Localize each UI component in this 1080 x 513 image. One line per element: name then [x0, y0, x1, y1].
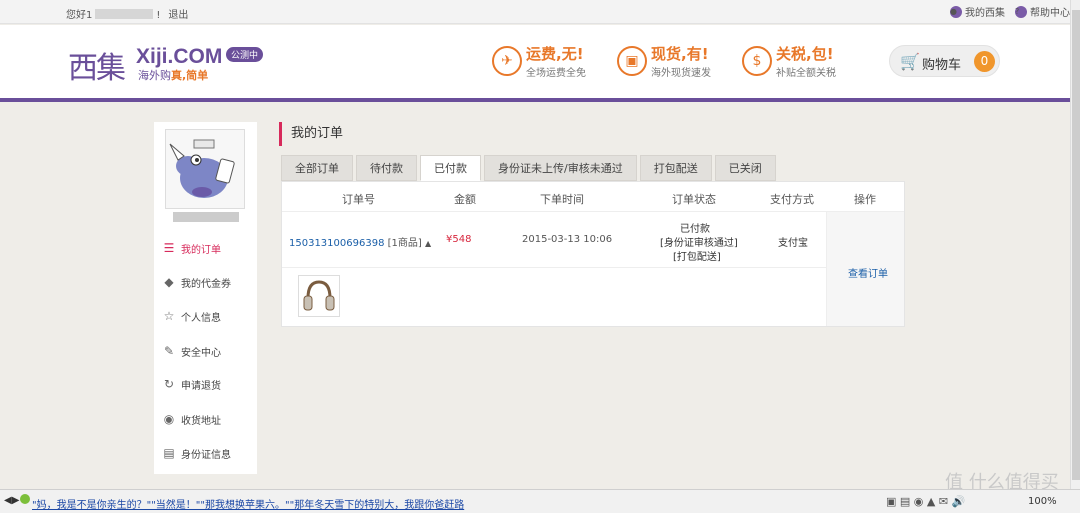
col-order-number: 订单号 [342, 193, 375, 206]
my-xiji-link[interactable]: ● 我的西集 [950, 4, 1005, 19]
site-header: 西集 Xiji.COM 海外购真,简单 公测中 ✈ 运费,无! 全场运费全免 ▣ … [0, 25, 1070, 102]
plane-icon: ✈ [492, 46, 522, 76]
browser-status-bar: ◀▶ "妈，我是不是你亲生的？""当然是！""那我想换苹果六。""那年冬天雪下的… [0, 489, 1080, 513]
order-amount: ¥548 [446, 234, 472, 245]
product-thumbnail[interactable] [298, 275, 340, 317]
payment-method: 支付宝 [778, 238, 808, 249]
news-ticker-link[interactable]: "妈，我是不是你亲生的？""当然是！""那我想换苹果六。""那年冬天雪下的特别大… [32, 496, 464, 511]
tab-pending-payment[interactable]: 待付款 [356, 155, 417, 181]
sidebar-item-my-orders[interactable]: ☰ 我的订单 [162, 238, 252, 258]
refresh-icon: ↻ [163, 377, 175, 391]
sidebar-item-address[interactable]: ◉ 收货地址 [162, 409, 252, 429]
caret-up-icon[interactable]: ▲ [425, 239, 431, 248]
arrow-icon[interactable]: ◀▶ [4, 495, 19, 506]
zoom-level[interactable]: 100% [1028, 496, 1057, 507]
help-icon: ? [1015, 5, 1027, 18]
logout-link[interactable]: 退出 [168, 10, 188, 21]
location-icon: ◉ [163, 412, 175, 426]
account-sidebar: ☰ 我的订单 ◆ 我的代金券 ☆ 个人信息 ✎ 安全中心 ↻ 申请退货 ◉ 收货地址 ▤ 身份… [154, 122, 257, 474]
sidebar-item-vouchers[interactable]: ◆ 我的代金券 [162, 272, 252, 292]
order-number-link[interactable]: 150313100696398 [289, 238, 384, 249]
slogan: 海外购真,简单 [138, 69, 209, 82]
order-time: 2015-03-13 10:06 [522, 234, 613, 245]
actions-cell: 查看订单 [826, 212, 904, 326]
vertical-scrollbar[interactable] [1070, 0, 1080, 489]
cart-button[interactable]: 🛒 购物车 0 [889, 45, 1000, 77]
order-status-id: [身份证审核通过] [660, 238, 738, 249]
page-title: 我的订单 [279, 122, 343, 146]
order-tabs: 全部订单 待付款 已付款 身份证未上传/审核未通过 打包配送 已关闭 [281, 155, 776, 181]
sidebar-item-id-card[interactable]: ▤ 身份证信息 [162, 443, 252, 463]
table-header: 订单号 金额 下单时间 订单状态 支付方式 操作 [282, 182, 904, 212]
col-amount: 金额 [454, 193, 476, 206]
package-icon: ▣ [617, 46, 647, 76]
top-bar: 您好1! 退出 ● 我的西集 ? 帮助中心 [0, 0, 1070, 24]
status-icons[interactable]: ▣ ▤ ◉ ▲ ✉ 🔊 [886, 495, 965, 508]
tab-closed[interactable]: 已关闭 [714, 155, 776, 181]
col-actions: 操作 [854, 193, 876, 206]
promo-free-shipping: ✈ 运费,无! 全场运费全免 [492, 43, 586, 79]
col-order-time: 下单时间 [540, 193, 584, 206]
help-center-link[interactable]: ? 帮助中心 [1015, 4, 1070, 19]
cart-icon: 🛒 [900, 52, 920, 71]
promo-in-stock: ▣ 现货,有! 海外现货速发 [617, 43, 711, 79]
tab-paid[interactable]: 已付款 [420, 155, 481, 181]
id-card-icon: ▤ [163, 446, 175, 460]
avatar[interactable] [165, 129, 245, 209]
username-mask [95, 9, 154, 19]
sidebar-item-security[interactable]: ✎ 安全中心 [162, 341, 252, 361]
greeting: 您好1! 退出 [66, 9, 189, 21]
col-payment: 支付方式 [770, 193, 814, 206]
tab-packing[interactable]: 打包配送 [639, 155, 712, 181]
list-icon: ☰ [163, 241, 175, 255]
promo-tax-covered: $ 关税,包! 补贴全额关税 [742, 43, 836, 79]
user-icon: ● [950, 5, 962, 18]
sidebar-item-returns[interactable]: ↻ 申请退货 [162, 374, 252, 394]
tab-id-pending[interactable]: 身份证未上传/审核未通过 [484, 155, 637, 181]
view-order-link[interactable]: 查看订单 [848, 265, 888, 280]
logo[interactable]: 西集 Xiji.COM 海外购真,简单 公测中 [68, 43, 264, 87]
order-status-shipping: [打包配送] [673, 252, 721, 263]
order-number-cell: 150313100696398 [1商品] ▲ [289, 238, 432, 249]
orders-table: 订单号 金额 下单时间 订单状态 支付方式 操作 查看订单 1503131006… [281, 181, 905, 327]
scrollbar-thumb[interactable] [1072, 10, 1080, 480]
col-status: 订单状态 [672, 193, 716, 206]
smiley-icon [20, 494, 30, 504]
order-status-paid: 已付款 [680, 224, 710, 235]
row-divider [282, 267, 826, 268]
beta-badge: 公测中 [226, 47, 264, 62]
edit-icon: ✎ [163, 344, 175, 358]
cart-count-badge: 0 [974, 51, 995, 72]
sidebar-item-personal-info[interactable]: ☆ 个人信息 [162, 306, 252, 326]
money-bag-icon: $ [742, 46, 772, 76]
tab-all-orders[interactable]: 全部订单 [281, 155, 353, 181]
star-icon: ☆ [163, 309, 175, 323]
tag-icon: ◆ [164, 275, 174, 289]
username-mask [173, 212, 239, 222]
